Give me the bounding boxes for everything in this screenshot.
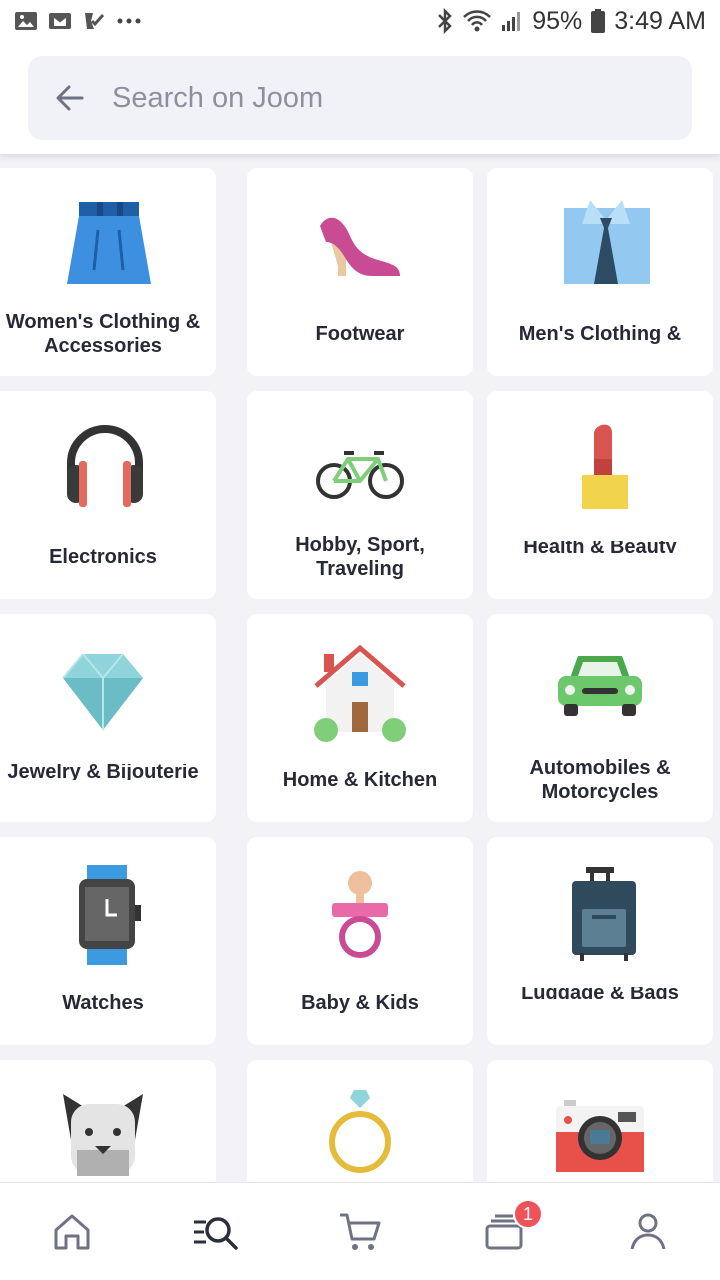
bottom-navigation: 1	[0, 1182, 720, 1280]
category-label: Hobby, Sport, Traveling	[295, 534, 425, 580]
category-health-beauty[interactable]: Health & Beauty	[487, 391, 713, 599]
category-footwear[interactable]: Footwear	[247, 168, 473, 376]
category-label: Women's Clothing & Accessories	[5, 311, 201, 357]
battery-icon	[591, 9, 606, 33]
category-label: Automobiles & Motorcycles	[529, 757, 671, 803]
nav-profile[interactable]	[576, 1183, 720, 1280]
nav-search[interactable]	[144, 1183, 288, 1280]
category-label: Jewelry & Bijouterie	[7, 764, 199, 780]
bicycle-icon	[316, 451, 404, 499]
back-button[interactable]	[28, 56, 112, 140]
category-cameras[interactable]	[487, 1060, 713, 1182]
diamond-icon	[62, 653, 143, 730]
category-label: Electronics	[49, 546, 157, 568]
category-label: Watches	[62, 992, 144, 1014]
arrow-left-icon	[56, 85, 84, 111]
category-label: Footwear	[315, 323, 405, 345]
ring-icon	[329, 1090, 391, 1173]
battery-percent: 95%	[532, 6, 583, 35]
category-pets[interactable]	[0, 1060, 216, 1182]
category-grid: Women's Clothing & Accessories Footwear …	[0, 154, 720, 1182]
watch-icon	[79, 865, 141, 965]
search-list-icon	[194, 1217, 238, 1250]
headphones-icon	[67, 425, 143, 507]
search-input[interactable]	[112, 81, 652, 115]
wifi-icon	[463, 10, 492, 32]
clock: 3:49 AM	[614, 6, 706, 35]
nav-cart[interactable]	[288, 1183, 432, 1280]
category-automobiles[interactable]: Automobiles & Motorcycles	[487, 614, 713, 822]
profile-icon	[630, 1213, 666, 1250]
category-mens-clothing[interactable]: Men's Clothing &	[487, 168, 713, 376]
category-baby-kids[interactable]: Baby & Kids	[247, 837, 473, 1045]
gmail-notification-icon	[49, 13, 71, 29]
suitcase-icon	[572, 867, 636, 961]
category-home-kitchen[interactable]: Home & Kitchen	[247, 614, 473, 822]
bluetooth-icon	[438, 8, 452, 34]
car-icon	[558, 656, 642, 716]
task-notification-icon	[85, 13, 105, 29]
camera-icon	[556, 1100, 644, 1172]
dog-icon	[63, 1094, 143, 1176]
gallery-notification-icon	[15, 12, 37, 30]
high-heel-icon	[320, 217, 400, 276]
category-label: Home & Kitchen	[282, 769, 438, 791]
category-electronics[interactable]: Electronics	[0, 391, 216, 599]
nav-orders[interactable]: 1	[432, 1183, 576, 1280]
search-header	[0, 42, 720, 154]
lipstick-icon	[582, 424, 628, 509]
house-icon	[314, 644, 406, 742]
home-icon	[54, 1214, 90, 1250]
more-notifications-icon	[117, 18, 141, 24]
category-label: Baby & Kids	[301, 992, 419, 1014]
pacifier-icon	[332, 871, 388, 958]
category-rings[interactable]	[247, 1060, 473, 1182]
status-bar: 95% 3:49 AM	[0, 0, 720, 42]
signal-icon	[502, 12, 521, 31]
category-label: Luggage & Bags	[521, 987, 679, 999]
category-hobby-sport[interactable]: Hobby, Sport, Traveling	[247, 391, 473, 599]
category-label: Men's Clothing &	[518, 323, 682, 345]
nav-home[interactable]	[0, 1183, 144, 1280]
category-watches[interactable]: Watches	[0, 837, 216, 1045]
category-womens-clothing[interactable]: Women's Clothing & Accessories	[0, 168, 216, 376]
shirt-tie-icon	[564, 200, 650, 284]
orders-badge: 1	[513, 1199, 543, 1229]
category-jewelry[interactable]: Jewelry & Bijouterie	[0, 614, 216, 822]
cart-icon	[340, 1213, 381, 1250]
search-bar	[28, 56, 692, 140]
category-luggage-bags[interactable]: Luggage & Bags	[487, 837, 713, 1045]
category-label: Health & Beauty	[523, 541, 677, 553]
skirt-icon	[67, 202, 151, 284]
